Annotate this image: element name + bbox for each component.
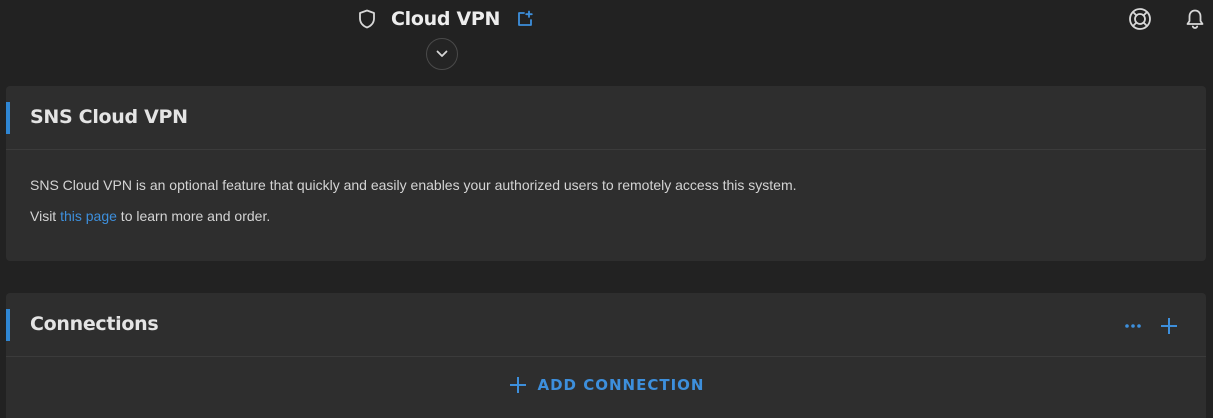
expand-button[interactable] (426, 38, 458, 70)
card-accent-bar (6, 102, 10, 134)
page-title: Cloud VPN (391, 8, 501, 30)
more-horizontal-icon[interactable] (1122, 315, 1144, 337)
top-bar: Cloud VPN (0, 0, 1213, 80)
intro-card-header: SNS Cloud VPN (6, 86, 1206, 150)
shield-icon (356, 8, 378, 30)
connections-card-title: Connections (30, 313, 159, 335)
intro-description: SNS Cloud VPN is an optional feature tha… (30, 177, 797, 193)
visit-prefix: Visit (30, 208, 61, 224)
connections-actions (1122, 315, 1180, 337)
plus-icon[interactable] (1158, 315, 1180, 337)
page-title-group: Cloud VPN (356, 6, 536, 32)
lifebuoy-icon[interactable] (1127, 7, 1153, 31)
visit-line: Visit this page to learn more and order. (30, 207, 1182, 225)
open-in-new-icon[interactable] (514, 8, 536, 30)
this-page-link[interactable]: this page (60, 208, 117, 224)
intro-card-body: SNS Cloud VPN is an optional feature tha… (6, 150, 1206, 225)
add-connection-button[interactable]: ADD CONNECTION (6, 373, 1206, 397)
card-accent-bar (6, 309, 10, 341)
intro-card-title: SNS Cloud VPN (30, 106, 188, 128)
add-connection-label: ADD CONNECTION (537, 376, 705, 394)
connections-card-header: Connections (6, 293, 1206, 357)
intro-card: SNS Cloud VPN SNS Cloud VPN is an option… (6, 86, 1206, 261)
visit-suffix: to learn more and order. (116, 208, 271, 224)
plus-icon (508, 375, 528, 395)
bell-icon[interactable] (1183, 7, 1207, 31)
chevron-down-icon (436, 45, 448, 63)
connections-card: Connections ADD CONNECTION (6, 293, 1206, 418)
